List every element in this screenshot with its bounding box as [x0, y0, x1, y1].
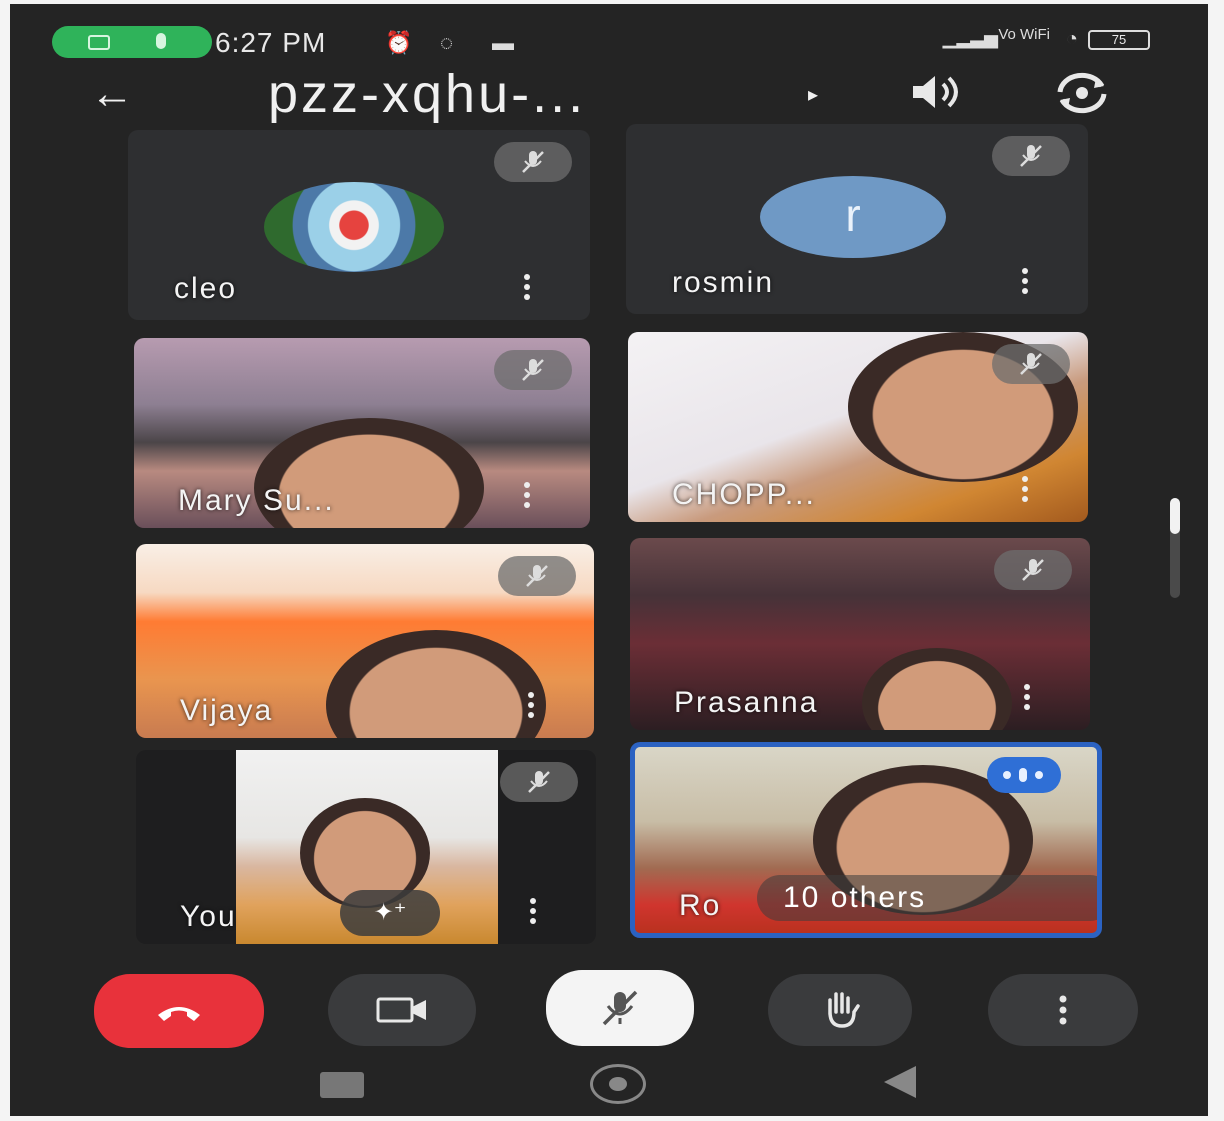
more-vertical-icon[interactable]: [1022, 476, 1030, 502]
speaking-indicator-icon: [987, 757, 1061, 793]
signal-icon: ▁▂▃▅: [942, 28, 998, 48]
status-bar: 6:27 PM ⏰ ◌ ▬ ▁▂▃▅ Vo WiFi ◔ 75: [10, 22, 1208, 62]
whatsapp-icon: ◌: [440, 30, 454, 55]
meet-call-screen: 6:27 PM ⏰ ◌ ▬ ▁▂▃▅ Vo WiFi ◔ 75 ← pzz-xq…: [10, 4, 1208, 1116]
mic-off-icon: [994, 550, 1072, 590]
participant-tile-prasanna[interactable]: Prasanna: [630, 538, 1090, 730]
effects-button[interactable]: ✦⁺: [340, 890, 440, 936]
participant-name: CHOPP...: [672, 478, 816, 511]
participant-video: [326, 630, 546, 738]
camera-icon: [376, 997, 426, 1023]
status-time: 6:27 PM: [215, 27, 327, 58]
participant-tile-cleo[interactable]: cleo: [128, 130, 590, 320]
raise-hand-icon: [828, 992, 860, 1028]
end-call-icon: [158, 1007, 200, 1021]
mic-off-icon: [494, 142, 572, 182]
recents-nav-button[interactable]: [320, 1072, 364, 1098]
ongoing-call-pill[interactable]: [52, 26, 212, 58]
alarm-icon: ⏰: [385, 30, 413, 55]
arrow-left-icon[interactable]: ←: [90, 72, 134, 116]
participant-tile-mary[interactable]: Mary Su...: [134, 338, 590, 528]
network-label: Vo WiFi: [998, 26, 1050, 43]
participant-tile-you[interactable]: You ✦⁺: [136, 750, 596, 944]
mic-toggle-button[interactable]: [546, 970, 694, 1046]
participant-name: rosmin: [672, 266, 775, 299]
participant-tile-chopp[interactable]: CHOPP...: [628, 332, 1088, 522]
avatar: r: [760, 176, 946, 258]
mic-off-icon: [992, 344, 1070, 384]
more-vertical-icon: [1059, 995, 1067, 1025]
mic-off-icon: [498, 556, 576, 596]
back-nav-button[interactable]: [884, 1066, 916, 1098]
camera-toggle-button[interactable]: [328, 974, 476, 1046]
more-vertical-icon[interactable]: [1024, 684, 1032, 710]
participant-name: Mary Su...: [178, 484, 335, 517]
switch-camera-icon[interactable]: [1050, 68, 1114, 118]
scroll-indicator[interactable]: [1170, 498, 1180, 598]
participant-video: [862, 648, 1012, 730]
participant-name: You: [180, 900, 237, 933]
mic-off-icon: [992, 136, 1070, 176]
participant-tile-vijaya[interactable]: Vijaya: [136, 544, 594, 738]
participant-name: Ro: [679, 889, 722, 922]
avatar: [264, 182, 444, 272]
wifi-icon: ◔: [1065, 28, 1078, 50]
meeting-code[interactable]: pzz-xqhu-...: [268, 66, 586, 122]
speaker-icon[interactable]: [905, 70, 969, 114]
more-options-button[interactable]: [988, 974, 1138, 1046]
call-header: ← pzz-xqhu-... ▸: [10, 66, 1208, 126]
home-nav-button[interactable]: [590, 1064, 646, 1104]
more-vertical-icon[interactable]: [524, 274, 532, 300]
end-call-button[interactable]: [94, 974, 264, 1048]
participant-name: cleo: [174, 272, 238, 305]
participant-tile-rosmin[interactable]: r rosmin: [626, 124, 1088, 314]
camera-indicator-icon: [88, 35, 110, 50]
more-vertical-icon[interactable]: [528, 692, 536, 718]
caret-right-icon[interactable]: ▸: [808, 82, 818, 107]
raise-hand-button[interactable]: [768, 974, 912, 1046]
more-vertical-icon[interactable]: [1022, 268, 1030, 294]
youtube-icon: ▬: [492, 30, 514, 55]
mic-off-icon: [500, 762, 578, 802]
mic-off-icon: [494, 350, 572, 390]
mic-indicator-icon: [156, 33, 166, 49]
participant-tile-ro[interactable]: Ro 10 others: [630, 742, 1102, 938]
battery-icon: 75: [1088, 30, 1150, 50]
more-vertical-icon[interactable]: [524, 482, 532, 508]
participant-name: Vijaya: [180, 694, 274, 727]
participant-name: Prasanna: [674, 686, 819, 719]
more-vertical-icon[interactable]: [530, 898, 538, 924]
mic-off-icon: [602, 990, 638, 1026]
others-count-badge[interactable]: 10 others: [757, 875, 1097, 921]
